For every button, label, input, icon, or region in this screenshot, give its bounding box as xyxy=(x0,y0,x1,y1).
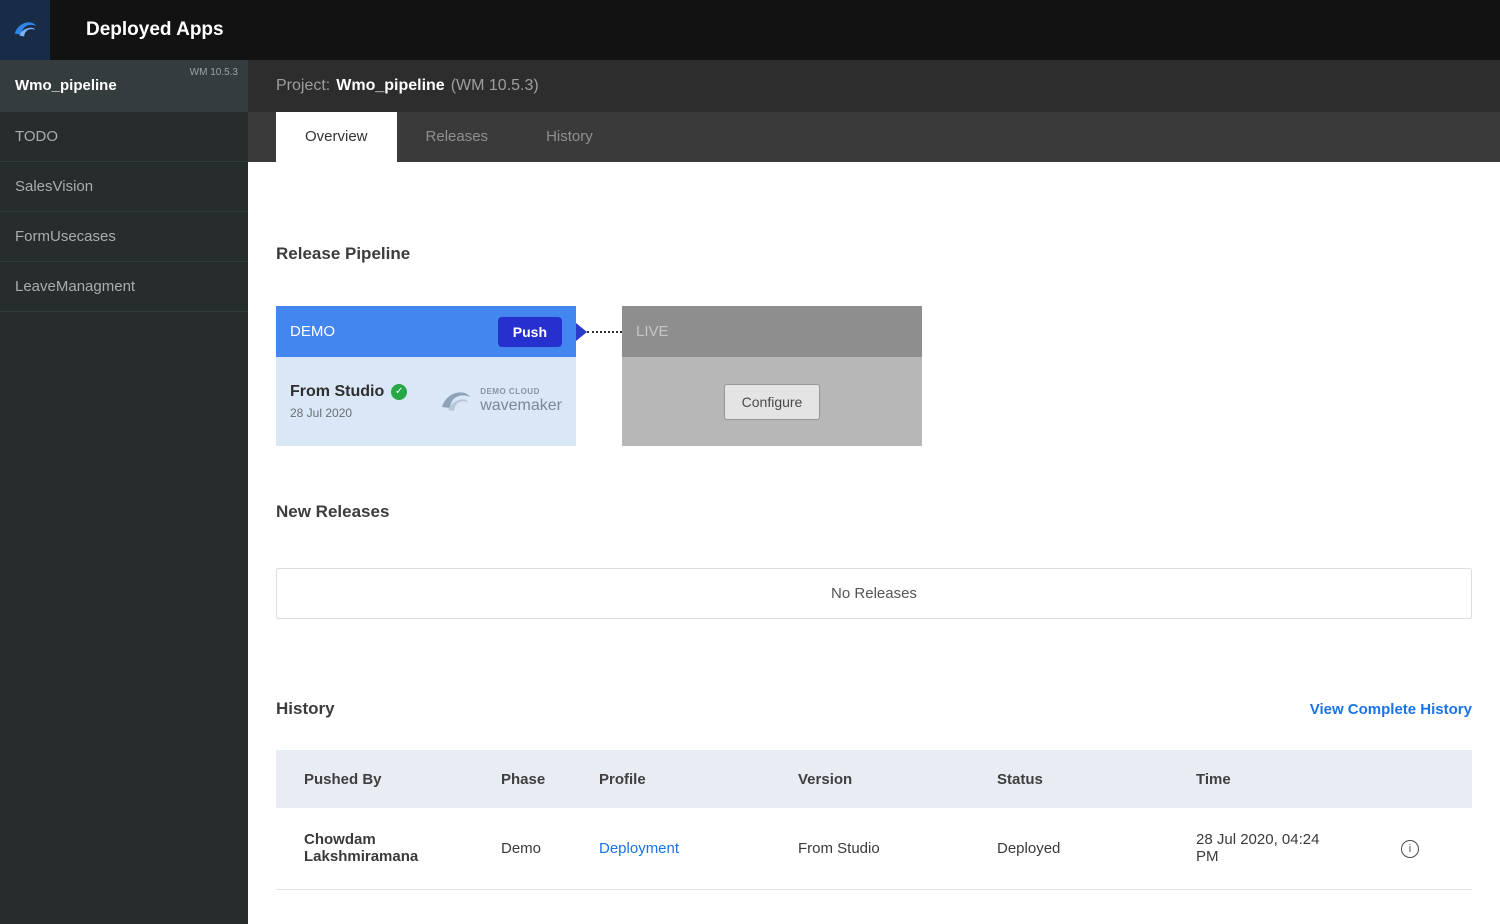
wavemaker-wordmark: wavemaker xyxy=(480,397,562,415)
history-table: Pushed By Phase Profile Version Status T… xyxy=(276,750,1472,890)
column-header-actions xyxy=(1346,750,1472,808)
cell-status: Deployed xyxy=(997,808,1196,889)
no-releases-text: No Releases xyxy=(831,585,917,602)
demo-stage-card: DEMO Push From Studio ✓ 28 Jul 2020 xyxy=(276,306,576,446)
configure-button[interactable]: Configure xyxy=(724,384,821,420)
sidebar-item-leavemanagment[interactable]: LeaveManagment xyxy=(0,262,248,312)
demo-stage-body: From Studio ✓ 28 Jul 2020 xyxy=(276,357,576,446)
tab-history[interactable]: History xyxy=(517,112,622,162)
arrow-right-icon xyxy=(576,323,587,341)
column-header-time: Time xyxy=(1196,750,1346,808)
deployment-source: From Studio ✓ 28 Jul 2020 xyxy=(290,383,407,420)
cell-version: From Studio xyxy=(798,808,997,889)
view-complete-history-link[interactable]: View Complete History xyxy=(1310,701,1472,718)
column-header-profile: Profile xyxy=(599,750,798,808)
app-title: Deployed Apps xyxy=(86,19,224,41)
release-pipeline-heading: Release Pipeline xyxy=(276,244,1472,264)
sidebar-item-label: SalesVision xyxy=(15,178,93,195)
tab-releases[interactable]: Releases xyxy=(397,112,518,162)
project-version-tag: WM 10.5.3 xyxy=(190,67,238,78)
tab-overview[interactable]: Overview xyxy=(276,112,397,162)
new-releases-heading: New Releases xyxy=(276,502,1472,522)
wavemaker-logo[interactable] xyxy=(0,0,50,60)
live-stage-body: Configure xyxy=(622,357,922,446)
no-releases-box: No Releases xyxy=(276,568,1472,619)
column-header-version: Version xyxy=(798,750,997,808)
sidebar-item-label: FormUsecases xyxy=(15,228,116,245)
column-header-status: Status xyxy=(997,750,1196,808)
success-check-icon: ✓ xyxy=(391,384,407,400)
info-icon[interactable]: i xyxy=(1401,840,1419,858)
table-row: Chowdam Lakshmiramana Demo Deployment Fr… xyxy=(276,808,1472,889)
cell-pushed-by: Chowdam Lakshmiramana xyxy=(276,808,501,889)
push-button[interactable]: Push xyxy=(498,317,562,347)
demo-cloud-label: DEMO CLOUD xyxy=(480,388,562,397)
project-name: Wmo_pipeline xyxy=(336,77,444,95)
sidebar-item-formusecases[interactable]: FormUsecases xyxy=(0,212,248,262)
from-studio-label: From Studio xyxy=(290,383,384,401)
column-header-phase: Phase xyxy=(501,750,599,808)
project-label: Project: xyxy=(276,77,330,95)
project-header: Project: Wmo_pipeline (WM 10.5.3) xyxy=(248,60,1500,112)
tab-bar: Overview Releases History xyxy=(248,112,1500,162)
wavemaker-cloud-icon xyxy=(435,380,475,424)
project-version: (WM 10.5.3) xyxy=(451,77,539,95)
top-bar: Deployed Apps xyxy=(0,0,1500,60)
sidebar-item-label: Wmo_pipeline xyxy=(15,77,117,94)
cell-profile: Deployment xyxy=(599,808,798,889)
history-heading: History xyxy=(276,699,335,719)
release-pipeline: DEMO Push From Studio ✓ 28 Jul 2020 xyxy=(276,306,1472,446)
live-stage-card: LIVE Configure xyxy=(622,306,922,446)
cell-actions: i xyxy=(1346,808,1472,889)
demo-cloud-brand: DEMO CLOUD wavemaker xyxy=(435,380,562,424)
sidebar-item-label: LeaveManagment xyxy=(15,278,135,295)
push-date: 28 Jul 2020 xyxy=(290,406,407,420)
demo-stage-header: DEMO Push xyxy=(276,306,576,357)
history-table-header-row: Pushed By Phase Profile Version Status T… xyxy=(276,750,1472,808)
sidebar-item-wmo-pipeline[interactable]: WM 10.5.3 Wmo_pipeline xyxy=(0,60,248,112)
overview-content: Release Pipeline DEMO Push From Studio ✓ xyxy=(248,162,1500,924)
live-stage-header: LIVE xyxy=(622,306,922,357)
sidebar-item-salesvision[interactable]: SalesVision xyxy=(0,162,248,212)
pipeline-connector xyxy=(576,306,622,357)
wave-logo-icon xyxy=(10,13,40,47)
cell-phase: Demo xyxy=(501,808,599,889)
projects-sidebar: WM 10.5.3 Wmo_pipeline TODO SalesVision … xyxy=(0,60,248,924)
sidebar-item-label: TODO xyxy=(15,128,58,145)
sidebar-item-todo[interactable]: TODO xyxy=(0,112,248,162)
dotted-connector-line xyxy=(587,331,622,333)
deployment-profile-link[interactable]: Deployment xyxy=(599,840,679,857)
live-stage-label: LIVE xyxy=(636,323,669,340)
demo-stage-label: DEMO xyxy=(290,323,335,340)
cell-time: 28 Jul 2020, 04:24 PM xyxy=(1196,808,1346,889)
column-header-pushed-by: Pushed By xyxy=(276,750,501,808)
